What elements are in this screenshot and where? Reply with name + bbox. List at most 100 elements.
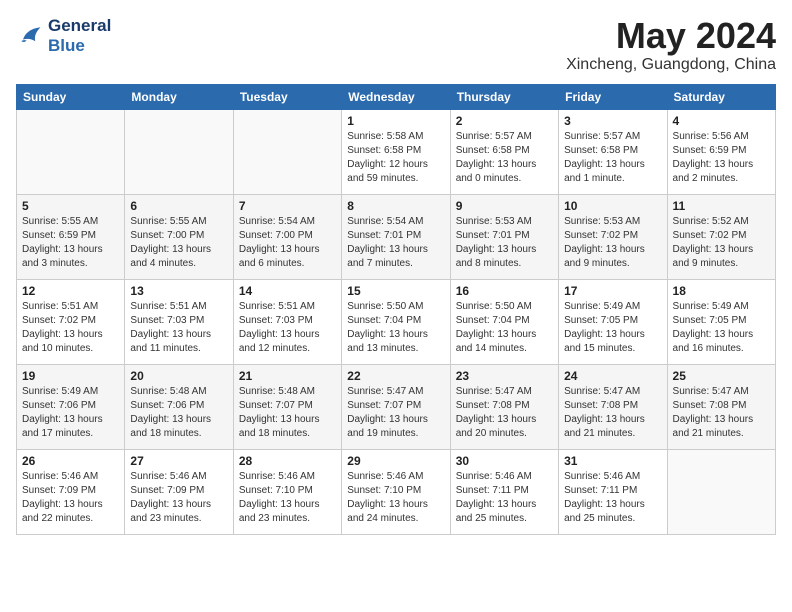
calendar-cell: 10 Sunrise: 5:53 AMSunset: 7:02 PMDayligh…: [559, 194, 667, 279]
cell-sun-info: Sunrise: 5:57 AMSunset: 6:58 PMDaylight:…: [564, 130, 661, 186]
day-number: 28: [239, 454, 336, 468]
calendar-cell: 22 Sunrise: 5:47 AMSunset: 7:07 PMDayligh…: [342, 364, 450, 449]
day-number: 31: [564, 454, 661, 468]
day-number: 21: [239, 369, 336, 383]
day-number: 7: [239, 199, 336, 213]
weekday-header-monday: Monday: [125, 84, 233, 109]
calendar-cell: 16 Sunrise: 5:50 AMSunset: 7:04 PMDayligh…: [450, 279, 558, 364]
calendar-week-row: 26 Sunrise: 5:46 AMSunset: 7:09 PMDayligh…: [17, 449, 776, 534]
title-block: May 2024 Xincheng, Guangdong, China: [566, 16, 776, 74]
cell-sun-info: Sunrise: 5:50 AMSunset: 7:04 PMDaylight:…: [347, 300, 444, 356]
cell-sun-info: Sunrise: 5:54 AMSunset: 7:01 PMDaylight:…: [347, 215, 444, 271]
calendar-cell: 7Sunrise: 5:54 AMSunset: 7:00 PMDaylight…: [233, 194, 341, 279]
cell-sun-info: Sunrise: 5:49 AMSunset: 7:05 PMDaylight:…: [564, 300, 661, 356]
weekday-header-wednesday: Wednesday: [342, 84, 450, 109]
calendar-cell: 12 Sunrise: 5:51 AMSunset: 7:02 PMDayligh…: [17, 279, 125, 364]
calendar-cell: 13 Sunrise: 5:51 AMSunset: 7:03 PMDayligh…: [125, 279, 233, 364]
cell-sun-info: Sunrise: 5:52 AMSunset: 7:02 PMDaylight:…: [673, 215, 770, 271]
logo-icon: [16, 22, 44, 50]
calendar-cell: 23 Sunrise: 5:47 AMSunset: 7:08 PMDayligh…: [450, 364, 558, 449]
day-number: 13: [130, 284, 227, 298]
weekday-header-thursday: Thursday: [450, 84, 558, 109]
cell-sun-info: Sunrise: 5:47 AMSunset: 7:08 PMDaylight:…: [673, 385, 770, 441]
calendar-cell: 9 Sunrise: 5:53 AMSunset: 7:01 PMDaylight…: [450, 194, 558, 279]
cell-sun-info: Sunrise: 5:48 AMSunset: 7:06 PMDaylight:…: [130, 385, 227, 441]
day-number: 30: [456, 454, 553, 468]
calendar-cell: [17, 109, 125, 194]
cell-sun-info: Sunrise: 5:51 AMSunset: 7:03 PMDaylight:…: [239, 300, 336, 356]
day-number: 4: [673, 114, 770, 128]
calendar-cell: 3 Sunrise: 5:57 AMSunset: 6:58 PMDaylight…: [559, 109, 667, 194]
calendar-week-row: 12 Sunrise: 5:51 AMSunset: 7:02 PMDayligh…: [17, 279, 776, 364]
calendar-cell: 4Sunrise: 5:56 AMSunset: 6:59 PMDaylight…: [667, 109, 775, 194]
calendar-week-row: 5 Sunrise: 5:55 AMSunset: 6:59 PMDaylight…: [17, 194, 776, 279]
cell-sun-info: Sunrise: 5:53 AMSunset: 7:01 PMDaylight:…: [456, 215, 553, 271]
cell-sun-info: Sunrise: 5:51 AMSunset: 7:03 PMDaylight:…: [130, 300, 227, 356]
calendar-cell: 29Sunrise: 5:46 AMSunset: 7:10 PMDayligh…: [342, 449, 450, 534]
weekday-header-saturday: Saturday: [667, 84, 775, 109]
day-number: 10: [564, 199, 661, 213]
cell-sun-info: Sunrise: 5:50 AMSunset: 7:04 PMDaylight:…: [456, 300, 553, 356]
calendar-cell: 2 Sunrise: 5:57 AMSunset: 6:58 PMDaylight…: [450, 109, 558, 194]
calendar-cell: 8 Sunrise: 5:54 AMSunset: 7:01 PMDaylight…: [342, 194, 450, 279]
weekday-header-sunday: Sunday: [17, 84, 125, 109]
calendar-cell: 19 Sunrise: 5:49 AMSunset: 7:06 PMDayligh…: [17, 364, 125, 449]
day-number: 8: [347, 199, 444, 213]
calendar-cell: 15 Sunrise: 5:50 AMSunset: 7:04 PMDayligh…: [342, 279, 450, 364]
day-number: 20: [130, 369, 227, 383]
day-number: 27: [130, 454, 227, 468]
logo-text: General Blue: [48, 16, 111, 55]
cell-sun-info: Sunrise: 5:55 AMSunset: 6:59 PMDaylight:…: [22, 215, 119, 271]
day-number: 6: [130, 199, 227, 213]
cell-sun-info: Sunrise: 5:47 AMSunset: 7:07 PMDaylight:…: [347, 385, 444, 441]
calendar-cell: 14 Sunrise: 5:51 AMSunset: 7:03 PMDayligh…: [233, 279, 341, 364]
day-number: 19: [22, 369, 119, 383]
day-number: 16: [456, 284, 553, 298]
cell-sun-info: Sunrise: 5:49 AMSunset: 7:06 PMDaylight:…: [22, 385, 119, 441]
cell-sun-info: Sunrise: 5:49 AMSunset: 7:05 PMDaylight:…: [673, 300, 770, 356]
day-number: 23: [456, 369, 553, 383]
calendar-cell: 27 Sunrise: 5:46 AMSunset: 7:09 PMDayligh…: [125, 449, 233, 534]
month-year-title: May 2024: [566, 16, 776, 56]
cell-sun-info: Sunrise: 5:57 AMSunset: 6:58 PMDaylight:…: [456, 130, 553, 186]
day-number: 1: [347, 114, 444, 128]
cell-sun-info: Sunrise: 5:53 AMSunset: 7:02 PMDaylight:…: [564, 215, 661, 271]
cell-sun-info: Sunrise: 5:47 AMSunset: 7:08 PMDaylight:…: [456, 385, 553, 441]
weekday-header-friday: Friday: [559, 84, 667, 109]
cell-sun-info: Sunrise: 5:46 AMSunset: 7:09 PMDaylight:…: [130, 470, 227, 526]
cell-sun-info: Sunrise: 5:48 AMSunset: 7:07 PMDaylight:…: [239, 385, 336, 441]
day-number: 3: [564, 114, 661, 128]
day-number: 25: [673, 369, 770, 383]
day-number: 12: [22, 284, 119, 298]
weekday-header-tuesday: Tuesday: [233, 84, 341, 109]
cell-sun-info: Sunrise: 5:46 AMSunset: 7:09 PMDaylight:…: [22, 470, 119, 526]
calendar-cell: 30Sunrise: 5:46 AMSunset: 7:11 PMDayligh…: [450, 449, 558, 534]
page-header: General Blue May 2024 Xincheng, Guangdon…: [16, 16, 776, 74]
day-number: 17: [564, 284, 661, 298]
calendar-cell: 31Sunrise: 5:46 AMSunset: 7:11 PMDayligh…: [559, 449, 667, 534]
day-number: 15: [347, 284, 444, 298]
day-number: 9: [456, 199, 553, 213]
location-subtitle: Xincheng, Guangdong, China: [566, 56, 776, 74]
day-number: 29: [347, 454, 444, 468]
day-number: 26: [22, 454, 119, 468]
calendar-cell: [125, 109, 233, 194]
day-number: 14: [239, 284, 336, 298]
calendar-cell: 25 Sunrise: 5:47 AMSunset: 7:08 PMDayligh…: [667, 364, 775, 449]
calendar-cell: 6 Sunrise: 5:55 AMSunset: 7:00 PMDaylight…: [125, 194, 233, 279]
day-number: 22: [347, 369, 444, 383]
cell-sun-info: Sunrise: 5:47 AMSunset: 7:08 PMDaylight:…: [564, 385, 661, 441]
cell-sun-info: Sunrise: 5:55 AMSunset: 7:00 PMDaylight:…: [130, 215, 227, 271]
calendar-cell: 1 Sunrise: 5:58 AMSunset: 6:58 PMDaylight…: [342, 109, 450, 194]
calendar-week-row: 19 Sunrise: 5:49 AMSunset: 7:06 PMDayligh…: [17, 364, 776, 449]
cell-sun-info: Sunrise: 5:51 AMSunset: 7:02 PMDaylight:…: [22, 300, 119, 356]
day-number: 2: [456, 114, 553, 128]
weekday-header-row: SundayMondayTuesdayWednesdayThursdayFrid…: [17, 84, 776, 109]
calendar-cell: 24Sunrise: 5:47 AMSunset: 7:08 PMDayligh…: [559, 364, 667, 449]
cell-sun-info: Sunrise: 5:58 AMSunset: 6:58 PMDaylight:…: [347, 130, 444, 186]
calendar-cell: 11Sunrise: 5:52 AMSunset: 7:02 PMDayligh…: [667, 194, 775, 279]
calendar-cell: 5 Sunrise: 5:55 AMSunset: 6:59 PMDaylight…: [17, 194, 125, 279]
calendar-cell: 21 Sunrise: 5:48 AMSunset: 7:07 PMDayligh…: [233, 364, 341, 449]
calendar-week-row: 1 Sunrise: 5:58 AMSunset: 6:58 PMDaylight…: [17, 109, 776, 194]
day-number: 5: [22, 199, 119, 213]
